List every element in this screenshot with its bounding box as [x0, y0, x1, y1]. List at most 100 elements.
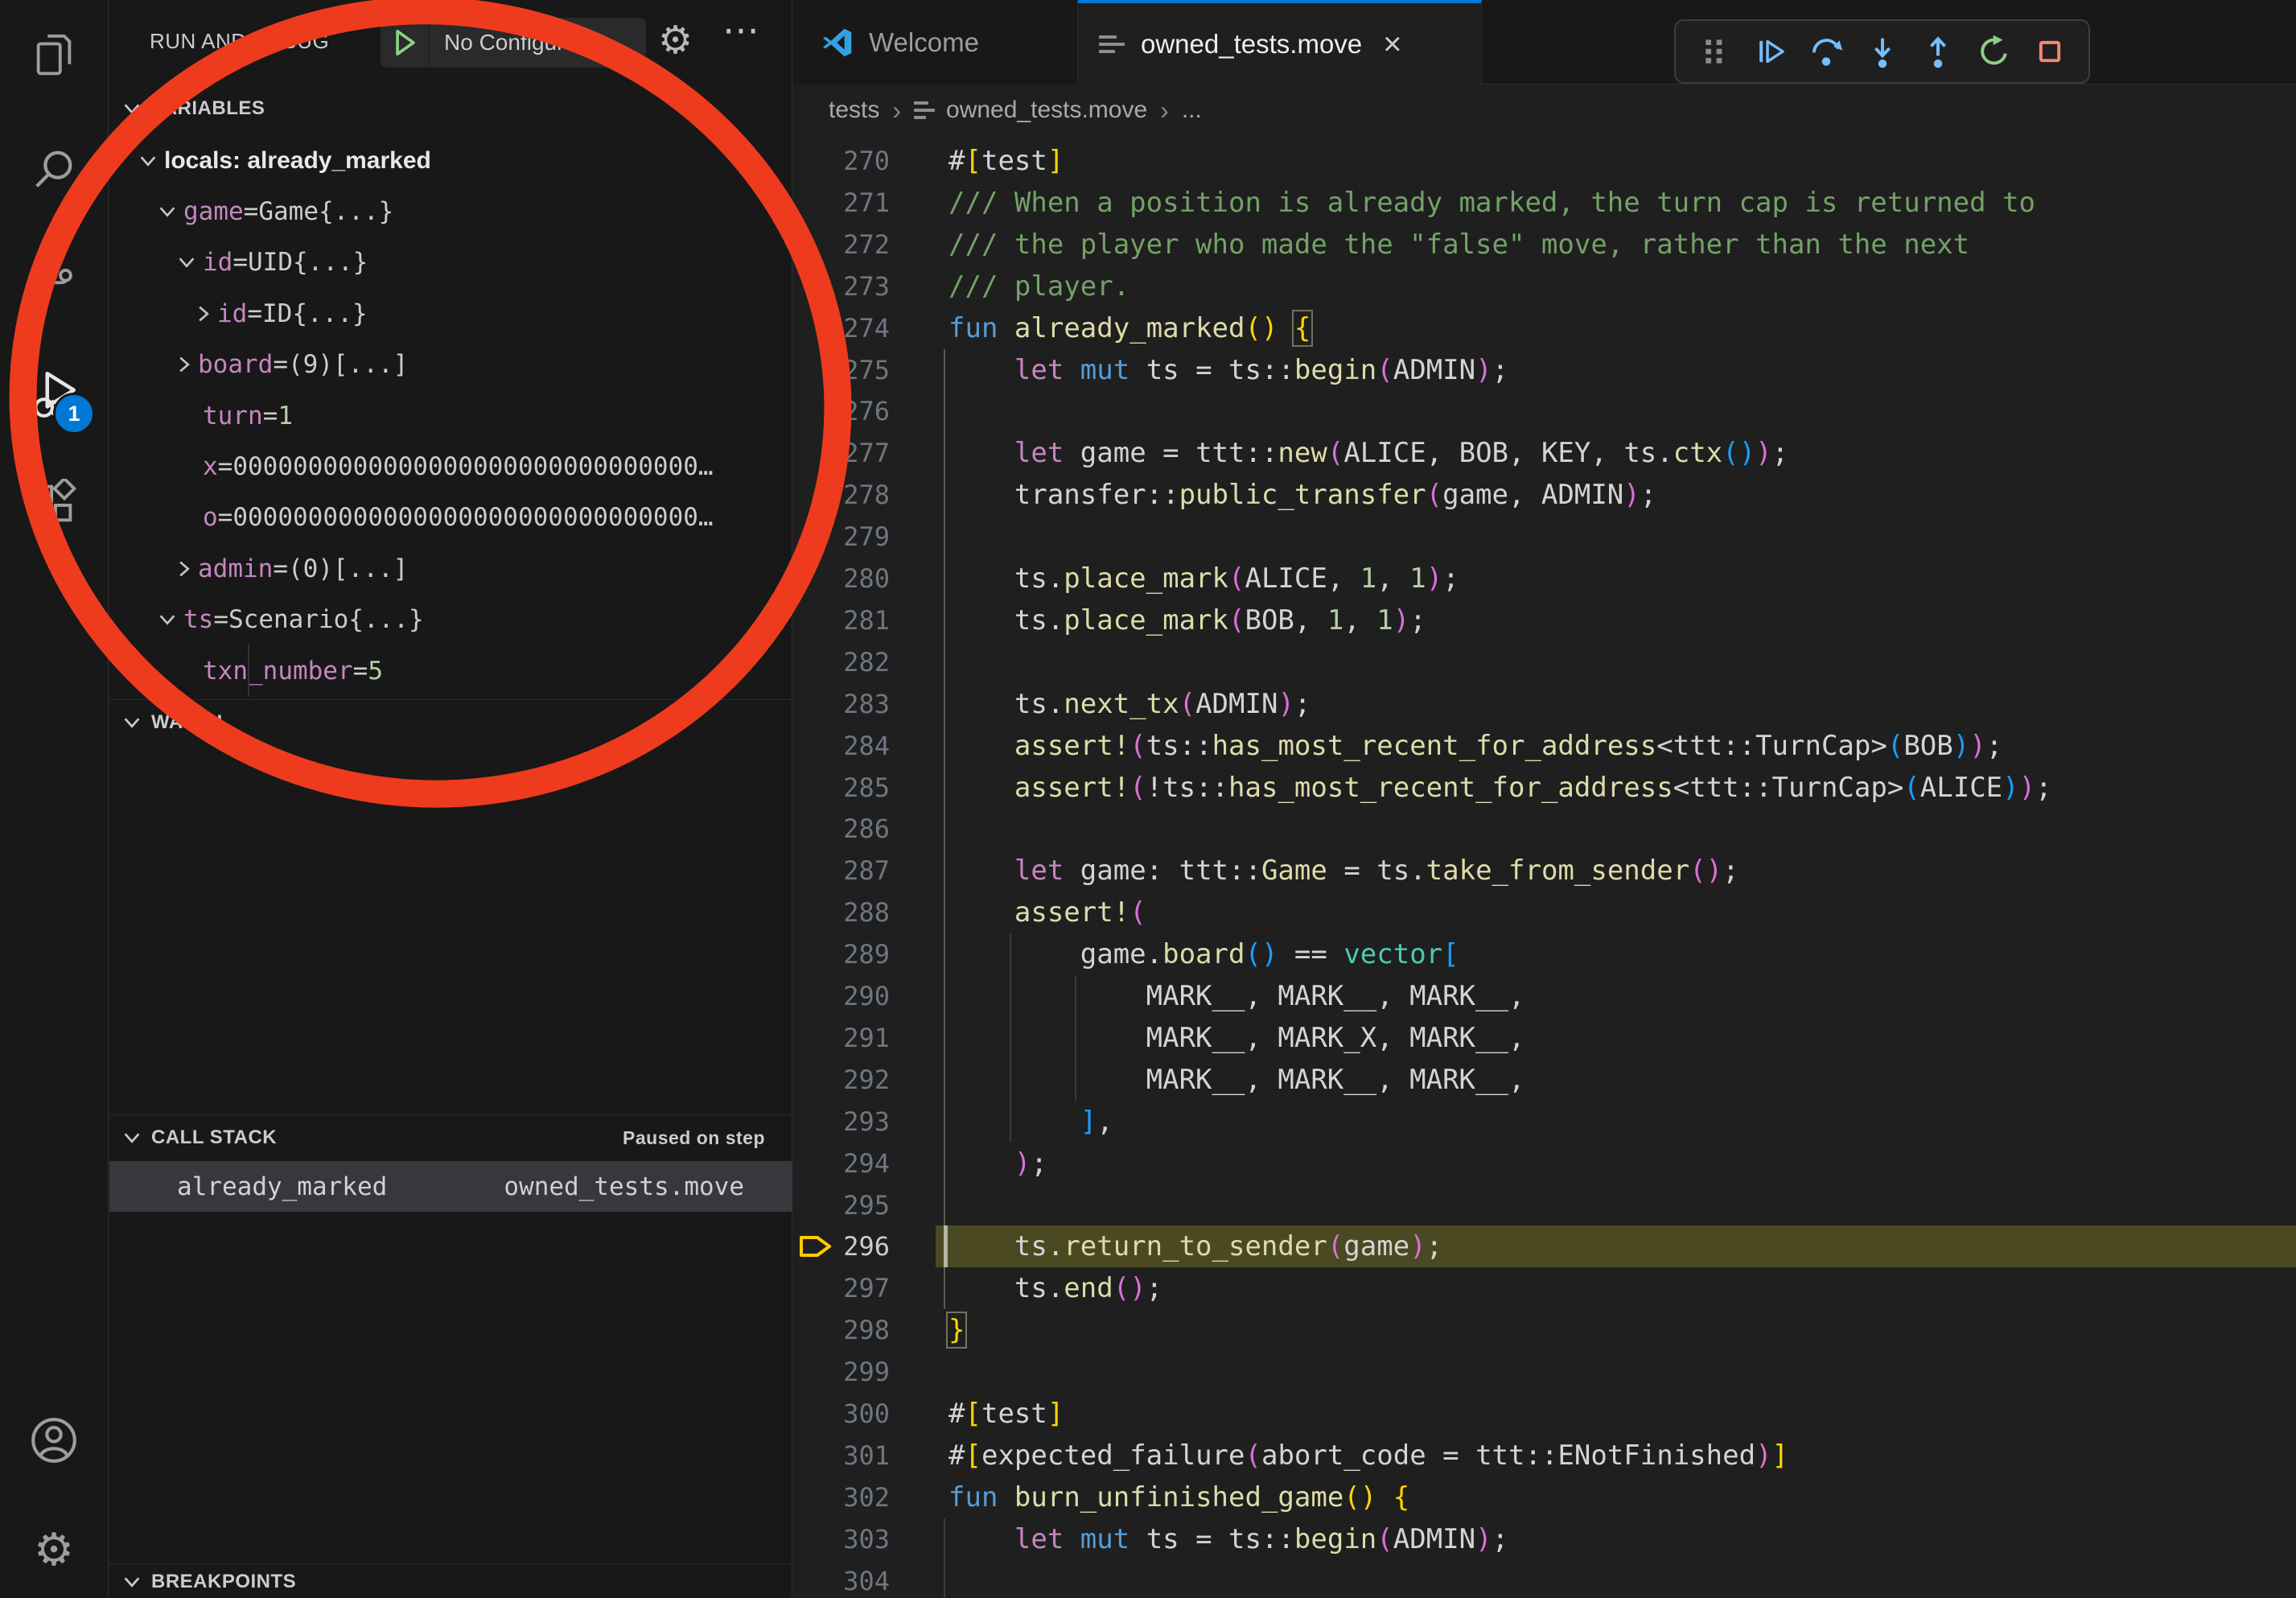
watch-section-header[interactable]: WATCH — [109, 702, 792, 743]
variable-row[interactable]: id = UID{...} — [109, 237, 860, 288]
code-line[interactable]: 301#[expected_failure(abort_code = ttt::… — [793, 1435, 2296, 1477]
variable-row[interactable]: txn_number = 5 — [109, 645, 860, 696]
variable-row[interactable]: locals: already_marked — [109, 135, 821, 186]
line-number[interactable]: 301 — [793, 1435, 890, 1477]
variable-row[interactable]: board = (9)[...] — [109, 340, 860, 390]
line-number[interactable]: 289 — [793, 933, 890, 975]
variable-row[interactable]: o = 000000000000000000000000000000000000… — [109, 492, 860, 543]
line-number[interactable]: 294 — [793, 1143, 890, 1184]
activity-extensions-button[interactable] — [0, 465, 108, 542]
line-number[interactable]: 275 — [793, 349, 890, 391]
line-number[interactable]: 277 — [793, 432, 890, 474]
line-number[interactable]: 291 — [793, 1017, 890, 1059]
line-number[interactable]: 278 — [793, 474, 890, 516]
step-into-button[interactable] — [1865, 29, 1900, 74]
line-number[interactable]: 279 — [793, 516, 890, 558]
call-stack-section-header[interactable]: CALL STACK Paused on step — [109, 1117, 792, 1159]
code-line[interactable]: 297 ts.end(); — [793, 1267, 2296, 1309]
line-number[interactable]: 282 — [793, 641, 890, 683]
code-line[interactable]: 285 assert!(!ts::has_most_recent_for_add… — [793, 767, 2296, 809]
code-line[interactable]: 293 ], — [793, 1101, 2296, 1143]
code-line[interactable]: 272/// the player who made the "false" m… — [793, 224, 2296, 266]
line-number[interactable]: 285 — [793, 767, 890, 809]
code-line[interactable]: 276 — [793, 390, 2296, 432]
activity-source-control-button[interactable] — [0, 243, 108, 320]
code-line[interactable]: 288 assert!( — [793, 892, 2296, 933]
code-line[interactable]: 279 — [793, 516, 2296, 558]
line-number[interactable]: 299 — [793, 1351, 890, 1393]
line-number[interactable]: 292 — [793, 1059, 890, 1101]
chevron-down-icon[interactable] — [138, 154, 158, 168]
chevron-right-icon[interactable] — [177, 355, 191, 374]
line-number[interactable]: 297 — [793, 1267, 890, 1309]
line-number[interactable]: 288 — [793, 892, 890, 933]
activity-search-button[interactable] — [0, 132, 108, 209]
code-line[interactable]: 290 MARK__, MARK__, MARK__, — [793, 975, 2296, 1017]
variable-row[interactable]: admin = (0)[...] — [109, 543, 860, 594]
code-line[interactable]: 275 let mut ts = ts::begin(ADMIN); — [793, 349, 2296, 391]
line-number[interactable]: 286 — [793, 808, 890, 850]
variables-section-header[interactable]: VARIABLES — [109, 87, 792, 130]
code-line[interactable]: 281 ts.place_mark(BOB, 1, 1); — [793, 599, 2296, 641]
line-number[interactable]: 296 — [793, 1225, 890, 1267]
line-number[interactable]: 302 — [793, 1477, 890, 1518]
code-line[interactable]: 292 MARK__, MARK__, MARK__, — [793, 1059, 2296, 1101]
continue-button[interactable] — [1753, 29, 1788, 74]
line-number[interactable]: 300 — [793, 1393, 890, 1435]
code-line[interactable]: 304 — [793, 1560, 2296, 1598]
call-stack-frame[interactable]: already_markedowned_tests.move — [109, 1161, 792, 1212]
line-number[interactable]: 273 — [793, 266, 890, 307]
code-line[interactable]: 287 let game: ttt::Game = ts.take_from_s… — [793, 850, 2296, 892]
code-line[interactable]: 303 let mut ts = ts::begin(ADMIN); — [793, 1518, 2296, 1560]
line-number[interactable]: 276 — [793, 390, 890, 432]
code-line[interactable]: 270#[test] — [793, 140, 2296, 182]
line-number[interactable]: 298 — [793, 1309, 890, 1351]
line-number[interactable]: 303 — [793, 1518, 890, 1560]
code-line[interactable]: 291 MARK__, MARK_X, MARK__, — [793, 1017, 2296, 1059]
variable-row[interactable]: x = 000000000000000000000000000000000000… — [109, 441, 860, 492]
line-number[interactable]: 270 — [793, 140, 890, 182]
activity-explorer-button[interactable] — [0, 16, 108, 93]
code-line[interactable]: 283 ts.next_tx(ADMIN); — [793, 683, 2296, 725]
code-line[interactable]: 277 let game = ttt::new(ALICE, BOB, KEY,… — [793, 432, 2296, 474]
line-number[interactable]: 271 — [793, 182, 890, 224]
restart-button[interactable] — [1977, 29, 2012, 74]
step-over-button[interactable] — [1808, 29, 1844, 74]
line-number[interactable]: 293 — [793, 1101, 890, 1143]
chevron-right-icon[interactable] — [177, 559, 191, 579]
chevron-down-icon[interactable] — [158, 612, 177, 627]
line-number[interactable]: 274 — [793, 307, 890, 349]
code-line[interactable]: 299 — [793, 1351, 2296, 1393]
line-number[interactable]: 284 — [793, 725, 890, 767]
code-line[interactable]: 282 — [793, 641, 2296, 683]
chevron-right-icon[interactable] — [196, 304, 211, 323]
variable-row[interactable]: id = ID{...} — [109, 288, 879, 339]
activity-account-button[interactable] — [0, 1402, 108, 1479]
debug-settings-gear-icon[interactable]: ⚙ — [658, 21, 693, 60]
code-line[interactable]: 300#[test] — [793, 1393, 2296, 1435]
line-number[interactable]: 281 — [793, 599, 890, 641]
line-number[interactable]: 290 — [793, 975, 890, 1017]
variable-row[interactable]: turn = 1 — [109, 390, 860, 441]
code-line[interactable]: 298} — [793, 1309, 2296, 1351]
activity-settings-button[interactable]: ⚙ — [0, 1511, 108, 1588]
chevron-down-icon[interactable] — [158, 204, 177, 219]
stop-button[interactable] — [2032, 29, 2068, 74]
line-number[interactable]: 283 — [793, 683, 890, 725]
code-line[interactable]: 284 assert!(ts::has_most_recent_for_addr… — [793, 725, 2296, 767]
line-number[interactable]: 287 — [793, 850, 890, 892]
line-number[interactable]: 304 — [793, 1560, 890, 1598]
code-line[interactable]: 302fun burn_unfinished_game() { — [793, 1477, 2296, 1518]
start-debugging-icon[interactable] — [381, 29, 429, 56]
launch-config-dropdown[interactable]: No Configur — [381, 18, 646, 68]
code-line[interactable]: 296 ts.return_to_sender(game); — [793, 1225, 2296, 1267]
code-line[interactable]: 295 — [793, 1184, 2296, 1226]
code-line[interactable]: 273/// player. — [793, 266, 2296, 307]
code-line[interactable]: 294 ); — [793, 1143, 2296, 1184]
code-line[interactable]: 289 game.board() == vector[ — [793, 933, 2296, 975]
line-number[interactable]: 280 — [793, 558, 890, 599]
breakpoints-section-header[interactable]: BREAKPOINTS — [109, 1566, 792, 1598]
line-number[interactable]: 295 — [793, 1184, 890, 1226]
more-actions-icon[interactable]: ⋯ — [722, 11, 759, 48]
variable-row[interactable]: ts = Scenario{...} — [109, 595, 841, 645]
